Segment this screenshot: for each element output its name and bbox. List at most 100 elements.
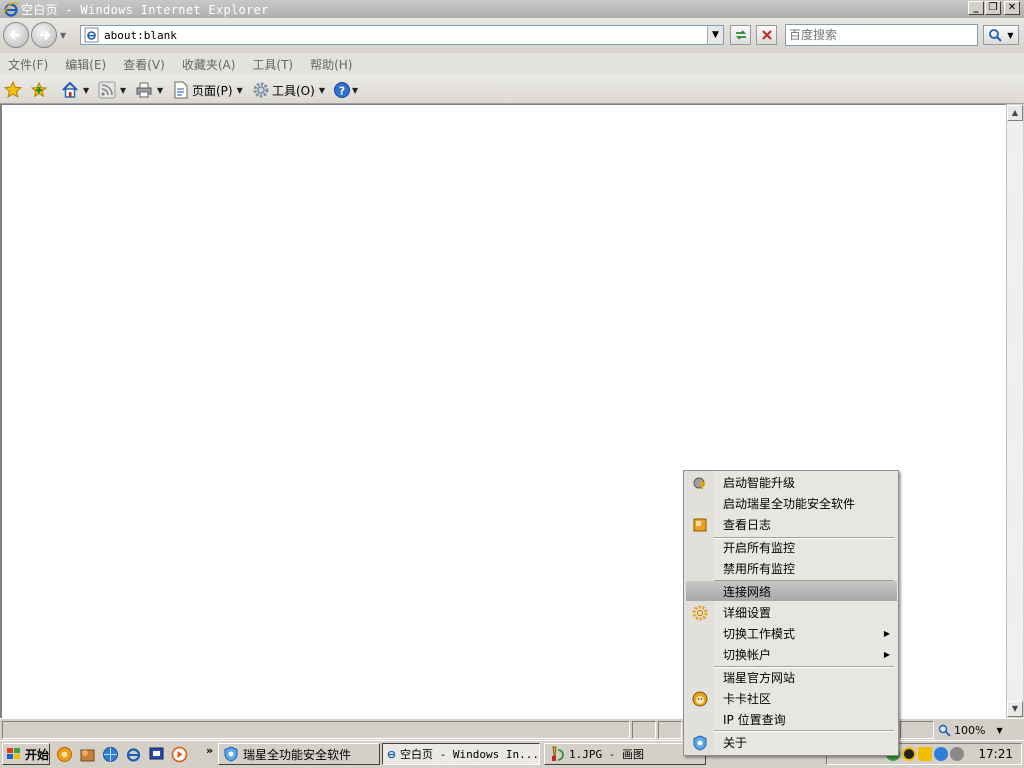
- home-dropdown-icon[interactable]: ▼: [83, 86, 89, 95]
- status-panel: [658, 721, 682, 739]
- windows-logo-icon: [7, 748, 20, 759]
- tray-volume-icon[interactable]: [950, 747, 965, 761]
- menu-help[interactable]: 帮助(H): [310, 56, 352, 73]
- history-dropdown-icon[interactable]: ▼: [60, 31, 66, 40]
- quicklaunch-app-icon[interactable]: [79, 746, 96, 763]
- address-dropdown-icon[interactable]: ▼: [707, 26, 723, 44]
- search-input[interactable]: [786, 28, 977, 42]
- help-menu-button[interactable]: ? ▼: [333, 80, 358, 100]
- menu-item-official-website[interactable]: 瑞星官方网站: [686, 667, 897, 688]
- close-window-button[interactable]: ✕: [1004, 1, 1020, 15]
- rising-shield-icon: [224, 746, 238, 762]
- submenu-arrow-icon: ▶: [883, 650, 890, 659]
- quicklaunch-more-icon[interactable]: »: [206, 744, 213, 757]
- menu-item-label: 启动瑞星全功能安全软件: [723, 497, 856, 511]
- status-panel: [900, 721, 934, 739]
- search-box[interactable]: [785, 24, 978, 46]
- refresh-button[interactable]: [730, 25, 751, 45]
- taskbar-clock[interactable]: 17:21: [978, 747, 1013, 761]
- zoom-dropdown-icon[interactable]: ▼: [996, 726, 1002, 735]
- title-bar[interactable]: 空白页 - Windows Internet Explorer _ ❐ ✕: [0, 0, 1024, 18]
- menu-item-disable-all-monitors[interactable]: 禁用所有监控: [686, 558, 897, 579]
- tray-qq-penguin-icon[interactable]: [902, 747, 917, 761]
- print-dropdown-icon[interactable]: ▼: [157, 86, 163, 95]
- ie-icon: [387, 750, 396, 759]
- zoom-magnifier-icon: [938, 724, 951, 737]
- scroll-down-button[interactable]: ▼: [1007, 701, 1023, 717]
- menu-item-label: 关于: [723, 736, 748, 750]
- menu-edit[interactable]: 编辑(E): [65, 56, 106, 73]
- page-menu-label: 页面(P): [192, 83, 233, 98]
- submenu-arrow-icon: ▶: [883, 629, 890, 638]
- home-button[interactable]: ▼: [61, 80, 89, 100]
- quicklaunch-ie-icon[interactable]: [125, 746, 142, 763]
- stop-button[interactable]: [756, 25, 777, 45]
- menu-item-label: 连接网络: [723, 584, 772, 599]
- menu-item-smart-upgrade[interactable]: 启动智能升级: [686, 472, 897, 493]
- help-question-icon: ?: [334, 82, 350, 98]
- scroll-up-button[interactable]: ▲: [1007, 105, 1023, 121]
- task-label: 空白页 - Windows In...: [400, 748, 539, 761]
- search-options-dropdown-icon[interactable]: ▼: [1007, 31, 1013, 40]
- feeds-button[interactable]: ▼: [98, 80, 126, 100]
- menu-item-switch-work-mode[interactable]: 切换工作模式 ▶: [686, 623, 897, 644]
- address-input[interactable]: [104, 28, 707, 42]
- menu-file[interactable]: 文件(F): [8, 56, 48, 73]
- add-favorites-button[interactable]: [30, 80, 48, 100]
- ie-icon: [3, 1, 19, 17]
- tools-menu-button[interactable]: 工具(O) ▼: [252, 80, 325, 100]
- page-icon: [174, 81, 188, 99]
- feeds-dropdown-icon[interactable]: ▼: [120, 86, 126, 95]
- menu-item-label: 禁用所有监控: [723, 562, 796, 576]
- vertical-scrollbar[interactable]: ▲ ▼: [1006, 105, 1023, 717]
- menu-item-label: 启动智能升级: [723, 476, 796, 490]
- print-button[interactable]: ▼: [135, 80, 163, 100]
- rising-tray-context-menu: 启动智能升级 启动瑞星全功能安全软件 查看日志 开启所有监控 禁用所有监控 连接…: [683, 470, 899, 756]
- quicklaunch-media-player-icon[interactable]: [171, 746, 188, 763]
- home-icon: [62, 81, 78, 98]
- menu-item-label: 开启所有监控: [723, 541, 796, 555]
- start-label: 开始: [25, 747, 50, 762]
- forward-button[interactable]: [31, 22, 57, 48]
- menu-item-launch-rising[interactable]: 启动瑞星全功能安全软件: [686, 493, 897, 514]
- kaka-lion-icon: [692, 691, 708, 707]
- favorites-center-button[interactable]: [4, 80, 22, 100]
- menu-item-about[interactable]: 关于: [686, 732, 897, 753]
- back-button[interactable]: [3, 22, 29, 48]
- quicklaunch-browser-icon[interactable]: [56, 746, 73, 763]
- refresh-icon: [735, 30, 746, 40]
- log-icon: [693, 518, 707, 532]
- menu-item-detailed-settings[interactable]: 详细设置: [686, 602, 897, 623]
- address-bar[interactable]: ▼: [80, 25, 724, 45]
- tray-rising-icon[interactable]: [934, 747, 949, 761]
- start-button[interactable]: 开始: [2, 743, 50, 765]
- menu-item-view-log[interactable]: 查看日志: [686, 514, 897, 535]
- menu-item-switch-account[interactable]: 切换帐户 ▶: [686, 644, 897, 665]
- restore-button[interactable]: ❐: [985, 1, 1001, 15]
- menu-tools[interactable]: 工具(T): [252, 56, 293, 73]
- page-menu-button[interactable]: 页面(P) ▼: [172, 80, 243, 100]
- menu-item-connect-network[interactable]: 连接网络: [686, 581, 897, 601]
- menu-favorites[interactable]: 收藏夹(A): [182, 56, 236, 73]
- status-text-panel: [2, 721, 630, 739]
- menu-item-enable-all-monitors[interactable]: 开启所有监控: [686, 537, 897, 558]
- minimize-button[interactable]: _: [968, 1, 984, 15]
- menu-item-ip-location-query[interactable]: IP 位置查询: [686, 709, 897, 730]
- svg-text:?: ?: [339, 85, 345, 98]
- task-ie-window[interactable]: 空白页 - Windows In...: [382, 743, 540, 765]
- quicklaunch-desktop-icon[interactable]: [148, 746, 165, 763]
- menu-item-kaka-community[interactable]: 卡卡社区: [686, 688, 897, 709]
- menu-bar: 文件(F) 编辑(E) 查看(V) 收藏夹(A) 工具(T) 帮助(H): [0, 53, 1024, 75]
- rising-shield-icon: [693, 735, 707, 751]
- menu-item-label: 切换工作模式: [723, 627, 796, 641]
- quicklaunch-globe-icon[interactable]: [102, 746, 119, 763]
- page-ie-icon: [84, 27, 99, 43]
- zoom-control[interactable]: 100% ▼: [938, 721, 1003, 739]
- search-button[interactable]: ▼: [983, 25, 1019, 45]
- page-dropdown-icon: ▼: [236, 85, 243, 95]
- task-paint[interactable]: 1.JPG - 画图: [544, 743, 706, 765]
- menu-view[interactable]: 查看(V): [123, 56, 165, 73]
- search-icon: [989, 29, 1003, 42]
- task-rising-antivirus[interactable]: 瑞星全功能安全软件: [218, 743, 380, 765]
- tray-folder-icon[interactable]: [918, 747, 933, 761]
